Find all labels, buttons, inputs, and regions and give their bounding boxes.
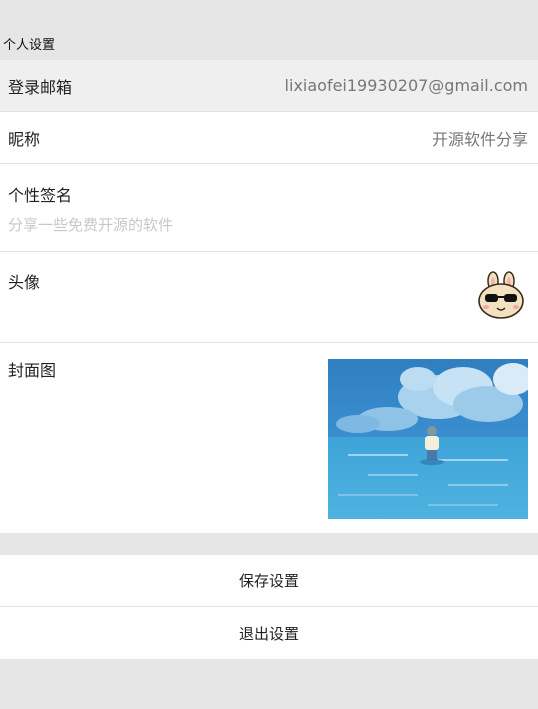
email-row: 登录邮箱 lixiaofei19930207@gmail.com [0,60,538,112]
avatar-row[interactable]: 头像 [0,252,538,343]
signature-row: 个性签名 [0,164,538,252]
exit-button[interactable]: 退出设置 [0,607,538,659]
nickname-row[interactable]: 昵称 开源软件分享 [0,112,538,164]
cover-label: 封面图 [8,361,57,380]
cover-image[interactable] [328,359,528,519]
cover-row[interactable]: 封面图 [0,343,538,533]
avatar-label: 头像 [8,273,41,292]
nickname-value[interactable]: 开源软件分享 [432,126,528,150]
signature-input[interactable] [8,216,528,234]
save-button[interactable]: 保存设置 [0,555,538,607]
section-spacer [0,533,538,555]
section-header: 个人设置 [0,0,538,60]
nickname-label: 昵称 [8,129,41,149]
email-value: lixiaofei19930207@gmail.com [284,76,528,95]
signature-label: 个性签名 [8,186,73,205]
avatar-image[interactable] [473,267,529,323]
email-label: 登录邮箱 [8,77,73,97]
page-title: 个人设置 [3,38,56,53]
